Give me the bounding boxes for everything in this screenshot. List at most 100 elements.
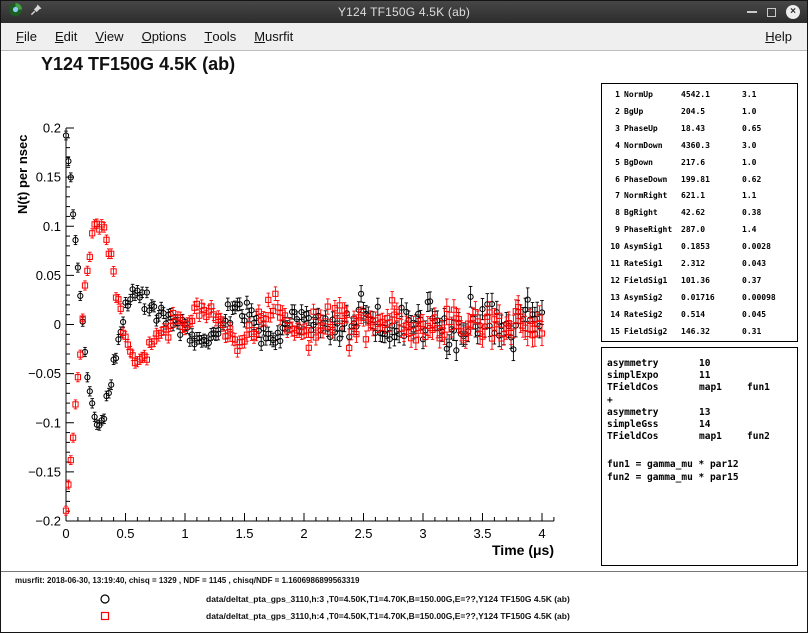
svg-text:2: 2 bbox=[300, 526, 307, 541]
stat-n: 13 bbox=[607, 290, 620, 307]
menu-options[interactable]: Options bbox=[133, 23, 196, 50]
param-row-ratesig2: 14RateSig20.5140.045 bbox=[607, 307, 797, 324]
stat-n: 4 bbox=[607, 138, 620, 155]
svg-text:3.5: 3.5 bbox=[473, 526, 491, 541]
legend-text: data/deltat_pta_gps_3110,h:4 ,T0=4.50K,T… bbox=[206, 611, 570, 621]
param-row-asymsig2: 13AsymSig20.017160.00098 bbox=[607, 290, 797, 307]
stat-n: 3 bbox=[607, 121, 620, 138]
stat-name: FieldSig2 bbox=[624, 324, 677, 341]
stat-err: 1.4 bbox=[742, 222, 797, 239]
param-row-phaseup: 3PhaseUp18.430.65 bbox=[607, 121, 797, 138]
svg-text:1.5: 1.5 bbox=[235, 526, 253, 541]
stat-val: 0.1853 bbox=[681, 239, 738, 256]
stat-name: NormDown bbox=[624, 138, 677, 155]
stat-val: 146.32 bbox=[681, 324, 738, 341]
stat-err: 0.62 bbox=[742, 172, 797, 189]
menubar-spacer bbox=[302, 23, 756, 50]
stat-n: 7 bbox=[607, 188, 620, 205]
stat-n: 9 bbox=[607, 222, 620, 239]
stat-name: AsymSig1 bbox=[624, 239, 677, 256]
stat-err: 0.045 bbox=[742, 307, 797, 324]
svg-text:0.2: 0.2 bbox=[43, 121, 61, 136]
stat-name: BgRight bbox=[624, 205, 677, 222]
theory-lines: asymmetry10simplExpo11TFieldCosmap1fun1+… bbox=[607, 358, 797, 443]
svg-text:1: 1 bbox=[181, 526, 188, 541]
svg-text:−0.05: −0.05 bbox=[28, 366, 61, 381]
musr-time-spectra-plot[interactable]: 00.511.522.533.54−0.2−0.15−0.1−0.0500.05… bbox=[11, 106, 596, 576]
stat-val: 101.36 bbox=[681, 273, 738, 290]
legend-row-2: data/deltat_pta_gps_3110,h:4 ,T0=4.50K,T… bbox=[1, 609, 807, 624]
pad-title: Y124 TF150G 4.5K (ab) bbox=[41, 54, 235, 75]
menu-file[interactable]: File bbox=[7, 23, 46, 50]
musrfit-window: Y124 TF150G 4.5K (ab) × FileEditViewOpti… bbox=[0, 0, 808, 633]
pin-icon[interactable] bbox=[30, 3, 43, 21]
svg-text:−0.2: −0.2 bbox=[35, 514, 61, 529]
stat-val: 2.312 bbox=[681, 256, 738, 273]
stat-n: 8 bbox=[607, 205, 620, 222]
footer: musrfit: 2018-06-30, 13:19:40, chisq = 1… bbox=[1, 571, 807, 632]
stat-name: RateSig1 bbox=[624, 256, 677, 273]
svg-text:−0.15: −0.15 bbox=[28, 464, 61, 479]
stat-n: 12 bbox=[607, 273, 620, 290]
menu-edit[interactable]: Edit bbox=[46, 23, 86, 50]
square-marker-icon bbox=[98, 609, 112, 628]
stat-err: 0.043 bbox=[742, 256, 797, 273]
legend-text: data/deltat_pta_gps_3110,h:3 ,T0=4.50K,T… bbox=[206, 594, 570, 604]
stat-name: RateSig2 bbox=[624, 307, 677, 324]
stat-val: 18.43 bbox=[681, 121, 738, 138]
stat-err: 1.0 bbox=[742, 104, 797, 121]
param-row-phaseright: 9PhaseRight287.01.4 bbox=[607, 222, 797, 239]
theory-line: TFieldCosmap1fun2 bbox=[607, 431, 797, 443]
function-line: fun2 = gamma_mu * par15 bbox=[607, 472, 797, 484]
stat-err: 3.1 bbox=[742, 87, 797, 104]
series-2-errorbars bbox=[64, 219, 544, 515]
svg-text:3: 3 bbox=[419, 526, 426, 541]
stat-err: 0.0028 bbox=[742, 239, 797, 256]
stat-name: FieldSig1 bbox=[624, 273, 677, 290]
menu-help[interactable]: Help bbox=[756, 23, 801, 50]
stat-name: PhaseDown bbox=[624, 172, 677, 189]
menu-view[interactable]: View bbox=[86, 23, 132, 50]
plot-legend: data/deltat_pta_gps_3110,h:3 ,T0=4.50K,T… bbox=[1, 572, 807, 632]
stat-err: 1.0 bbox=[742, 155, 797, 172]
legend-row-1: data/deltat_pta_gps_3110,h:3 ,T0=4.50K,T… bbox=[1, 592, 807, 607]
svg-text:2.5: 2.5 bbox=[354, 526, 372, 541]
param-row-bgright: 8BgRight42.620.38 bbox=[607, 205, 797, 222]
menu-musrfit[interactable]: Musrfit bbox=[245, 23, 302, 50]
stat-val: 287.0 bbox=[681, 222, 738, 239]
stat-n: 14 bbox=[607, 307, 620, 324]
menubar: FileEditViewOptionsToolsMusrfit Help bbox=[1, 23, 807, 51]
param-row-asymsig1: 10AsymSig10.18530.0028 bbox=[607, 239, 797, 256]
param-row-normdown: 4NormDown4360.33.0 bbox=[607, 138, 797, 155]
stat-val: 199.81 bbox=[681, 172, 738, 189]
theory-line: asymmetry13 bbox=[607, 407, 797, 419]
stat-n: 15 bbox=[607, 324, 620, 341]
stat-n: 10 bbox=[607, 239, 620, 256]
svg-text:N(t) per nsec: N(t) per nsec bbox=[15, 135, 30, 214]
app-icon bbox=[8, 2, 23, 22]
minimize-button[interactable] bbox=[747, 11, 757, 13]
svg-text:0: 0 bbox=[62, 526, 69, 541]
stat-val: 621.1 bbox=[681, 188, 738, 205]
theory-line: + bbox=[607, 395, 797, 407]
svg-text:Time (μs): Time (μs) bbox=[492, 542, 554, 558]
stat-err: 0.37 bbox=[742, 273, 797, 290]
menu-tools[interactable]: Tools bbox=[195, 23, 245, 50]
svg-text:0: 0 bbox=[54, 317, 61, 332]
stat-err: 0.31 bbox=[742, 324, 797, 341]
close-button[interactable]: × bbox=[786, 5, 800, 19]
stat-name: PhaseRight bbox=[624, 222, 677, 239]
svg-text:0.1: 0.1 bbox=[43, 219, 61, 234]
theory-line: simplExpo11 bbox=[607, 370, 797, 382]
svg-text:0.05: 0.05 bbox=[36, 268, 61, 283]
param-row-bgup: 2BgUp204.51.0 bbox=[607, 104, 797, 121]
svg-text:4: 4 bbox=[538, 526, 545, 541]
titlebar[interactable]: Y124 TF150G 4.5K (ab) × bbox=[1, 1, 807, 23]
series-2-markers bbox=[63, 221, 544, 513]
stat-val: 4360.3 bbox=[681, 138, 738, 155]
theory-line: simpleGss14 bbox=[607, 419, 797, 431]
stat-val: 42.62 bbox=[681, 205, 738, 222]
stat-n: 11 bbox=[607, 256, 620, 273]
maximize-button[interactable] bbox=[767, 8, 776, 17]
svg-text:0.15: 0.15 bbox=[36, 170, 61, 185]
